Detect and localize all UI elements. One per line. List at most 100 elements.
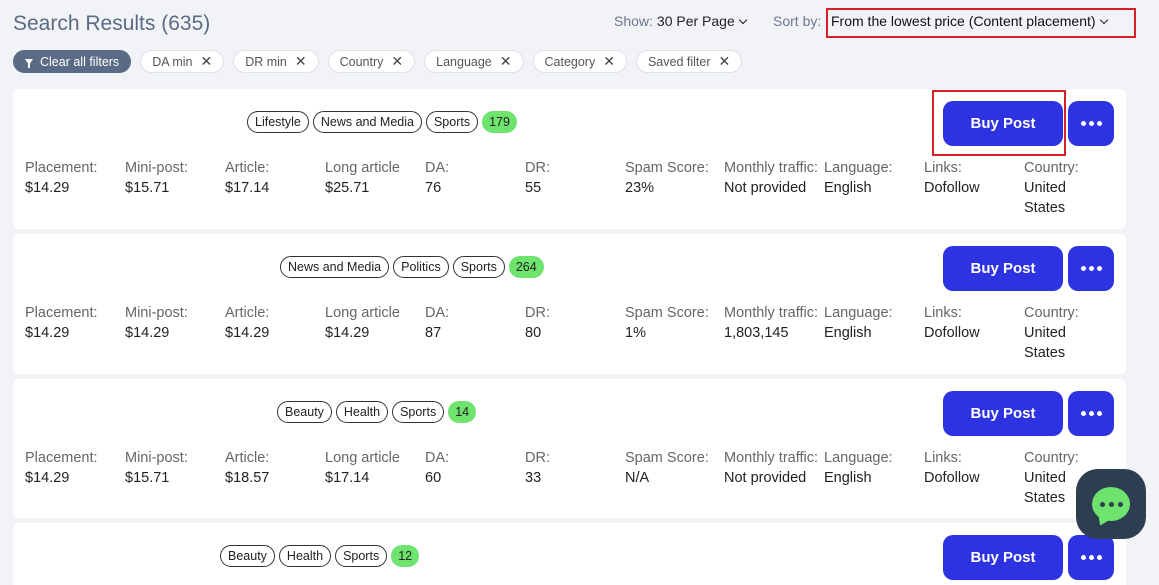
- spam-value: N/A: [625, 470, 650, 486]
- buy-post-button[interactable]: Buy Post: [943, 391, 1063, 436]
- filter-chip-label: Category: [544, 54, 596, 69]
- country-label: Country:: [1024, 160, 1079, 176]
- country-value: United States: [1024, 325, 1066, 361]
- result-card: Lifestyle News and Media Sports 179 Buy …: [13, 89, 1126, 229]
- filter-chip-label: Saved filter: [647, 54, 711, 69]
- result-card: Beauty Health Sports 14 Buy Post Placeme…: [13, 379, 1126, 518]
- language-value: English: [824, 470, 872, 486]
- dr-value: 33: [525, 470, 542, 486]
- more-options-button[interactable]: [1068, 391, 1114, 436]
- category-tag[interactable]: Beauty: [277, 401, 332, 423]
- placement-price: $14.29: [25, 325, 70, 341]
- traffic-label: Monthly traffic:: [724, 305, 819, 321]
- filter-icon: [25, 58, 33, 68]
- category-tag[interactable]: Health: [278, 545, 332, 567]
- traffic-label: Monthly traffic:: [724, 450, 819, 466]
- more-options-button[interactable]: [1068, 246, 1114, 291]
- category-tag[interactable]: News and Media: [312, 111, 422, 133]
- da-value: 60: [425, 470, 442, 486]
- da-label: DA:: [425, 305, 450, 321]
- per-page-value: 30 Per Page: [656, 13, 735, 29]
- chevron-down-icon: [1099, 15, 1108, 25]
- links-value: Dofollow: [924, 470, 980, 486]
- result-card: Beauty Health Sports 12 Buy Post: [13, 523, 1126, 585]
- da-value: 87: [425, 325, 442, 341]
- clear-filters-button[interactable]: Clear all filters: [13, 50, 132, 73]
- count-badge: 264: [508, 256, 544, 278]
- category-tags: Beauty Health Sports 14: [277, 401, 477, 423]
- spam-label: Spam Score:: [625, 450, 709, 466]
- category-tags: Beauty Health Sports 12: [220, 545, 420, 567]
- close-icon[interactable]: ✕: [500, 53, 512, 70]
- close-icon[interactable]: ✕: [200, 53, 212, 70]
- close-icon[interactable]: ✕: [295, 53, 307, 70]
- page-title: Search Results (635): [13, 12, 211, 35]
- spam-value: 23%: [625, 180, 655, 196]
- long-article-price: $14.29: [325, 325, 370, 341]
- highlight-box: [932, 90, 1066, 156]
- dr-value: 80: [525, 325, 542, 341]
- category-tag[interactable]: Lifestyle: [247, 111, 309, 133]
- placement-label: Placement:: [25, 450, 98, 466]
- count-badge: 12: [391, 545, 420, 567]
- long-article-label: Long article: [325, 305, 400, 321]
- category-tag[interactable]: Health: [335, 401, 389, 423]
- close-icon[interactable]: ✕: [603, 53, 615, 70]
- article-label: Article:: [225, 450, 270, 466]
- language-label: Language:: [824, 305, 893, 321]
- chat-widget-button[interactable]: [1076, 469, 1146, 539]
- buy-post-button[interactable]: Buy Post: [943, 246, 1063, 291]
- category-tag[interactable]: Sports: [335, 545, 388, 567]
- mini-post-label: Mini-post:: [125, 160, 188, 176]
- placement-label: Placement:: [25, 160, 98, 176]
- mini-post-price: $15.71: [125, 180, 170, 196]
- dr-value: 55: [525, 180, 542, 196]
- chat-bubble-icon: [1092, 487, 1130, 521]
- results-header: Search Results (635) Show: 30 Per Page So…: [13, 8, 1139, 42]
- filter-chip[interactable]: DR min ✕: [233, 50, 319, 73]
- links-label: Links:: [924, 305, 962, 321]
- mini-post-label: Mini-post:: [125, 305, 188, 321]
- more-options-button[interactable]: [1068, 101, 1114, 146]
- da-label: DA:: [425, 450, 450, 466]
- per-page-select[interactable]: Show: 30 Per Page: [614, 13, 748, 29]
- language-value: English: [824, 325, 872, 341]
- spam-value: 1%: [625, 325, 646, 341]
- sort-value: From the lowest price (Content placement…: [831, 13, 1096, 29]
- links-label: Links:: [924, 160, 962, 176]
- filter-chip[interactable]: Saved filter ✕: [635, 50, 743, 73]
- article-price: $14.29: [225, 325, 270, 341]
- traffic-label: Monthly traffic:: [724, 160, 819, 176]
- spam-label: Spam Score:: [625, 305, 709, 321]
- close-icon[interactable]: ✕: [391, 53, 403, 70]
- sort-select[interactable]: From the lowest price (Content placement…: [826, 8, 1136, 38]
- filter-chip-label: DR min: [245, 54, 287, 69]
- country-value: United States: [1024, 180, 1066, 216]
- show-label: Show:: [614, 13, 653, 29]
- filter-chip[interactable]: Language ✕: [424, 50, 524, 73]
- sort-label: Sort by:: [773, 13, 822, 29]
- filter-chip[interactable]: DA min ✕: [140, 50, 225, 73]
- article-price: $18.57: [225, 470, 270, 486]
- language-label: Language:: [824, 160, 893, 176]
- links-label: Links:: [924, 450, 962, 466]
- filter-chip[interactable]: Country ✕: [327, 50, 416, 73]
- clear-filters-label: Clear all filters: [40, 54, 120, 69]
- close-icon[interactable]: ✕: [719, 53, 731, 70]
- spam-label: Spam Score:: [625, 160, 709, 176]
- chevron-down-icon: [738, 15, 748, 25]
- long-article-label: Long article: [325, 450, 400, 466]
- category-tag[interactable]: Sports: [452, 256, 505, 278]
- category-tags: News and Media Politics Sports 264: [280, 256, 544, 278]
- category-tag[interactable]: Politics: [393, 256, 449, 278]
- filter-chip[interactable]: Category ✕: [532, 50, 627, 73]
- traffic-value: 1,803,145: [724, 325, 789, 341]
- category-tag[interactable]: Beauty: [220, 545, 275, 567]
- category-tag[interactable]: Sports: [425, 111, 479, 133]
- category-tag[interactable]: Sports: [392, 401, 445, 423]
- category-tag[interactable]: News and Media: [280, 256, 390, 278]
- mini-post-label: Mini-post:: [125, 450, 188, 466]
- buy-post-button[interactable]: Buy Post: [943, 535, 1063, 580]
- country-label: Country:: [1024, 305, 1079, 321]
- more-options-button[interactable]: [1068, 535, 1114, 580]
